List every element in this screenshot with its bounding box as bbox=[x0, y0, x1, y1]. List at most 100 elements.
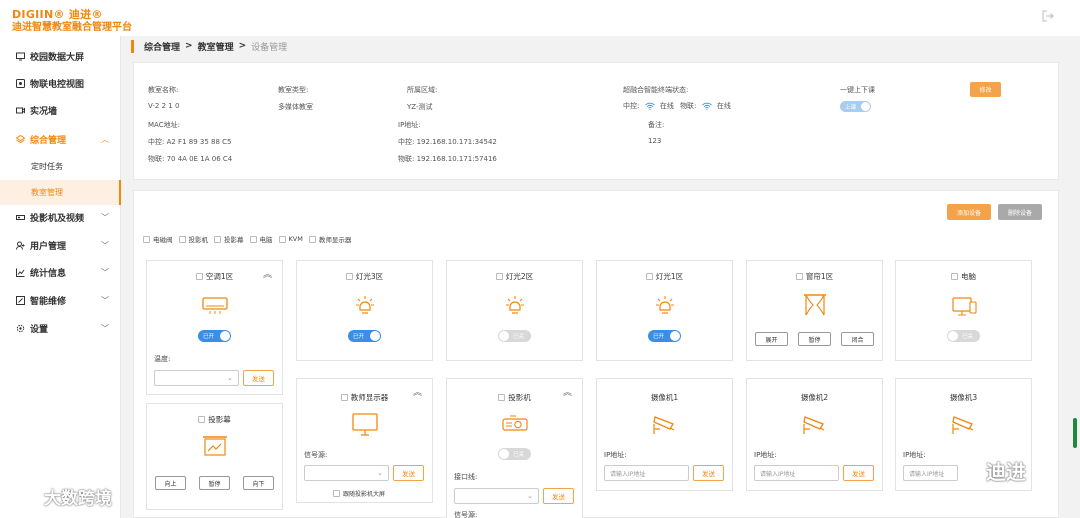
checkbox[interactable] bbox=[308, 235, 316, 243]
area-label: 所属区域: bbox=[407, 86, 438, 94]
add-device-button[interactable]: 添加设备 bbox=[947, 204, 991, 220]
edit-button[interactable]: 修改 bbox=[970, 82, 1001, 97]
breadcrumb-item[interactable]: 教室管理 bbox=[198, 40, 234, 53]
checkbox[interactable] bbox=[333, 490, 340, 497]
checkbox[interactable] bbox=[645, 273, 653, 280]
filter-solenoid[interactable]: 电磁阀 bbox=[143, 234, 173, 244]
card-title: 投影机 bbox=[447, 392, 582, 403]
curtain-close-button[interactable]: 闭合 bbox=[841, 332, 874, 346]
follow-projector-checkbox[interactable]: 跟随投影机大屏 bbox=[333, 489, 385, 498]
breadcrumb: 综合管理 > 教室管理 > 设备管理 bbox=[131, 36, 1080, 56]
sidebar-item-settings[interactable]: 设置 ﹀ bbox=[0, 315, 121, 342]
sidebar-item-dashboard[interactable]: 校园数据大屏 bbox=[0, 43, 121, 70]
sidebar-item-projector-video[interactable]: 投影机及视频 ﹀ bbox=[0, 204, 121, 231]
one-key-class-toggle[interactable]: 上课 bbox=[840, 101, 871, 112]
checkbox[interactable] bbox=[214, 235, 221, 243]
watermark-logo-icon bbox=[11, 487, 40, 506]
breadcrumb-current: 设备管理 bbox=[251, 42, 288, 53]
sidebar-item-smart-repair[interactable]: 智能维修 ﹀ bbox=[0, 287, 121, 314]
mac-label: MAC地址: bbox=[148, 121, 180, 129]
checkbox[interactable] bbox=[278, 235, 286, 243]
breadcrumb-accent-bar bbox=[131, 39, 134, 53]
toggle-state: 上课 bbox=[845, 104, 857, 111]
monitor-send-button[interactable]: 发送 bbox=[393, 465, 424, 481]
camera-1-ip-input[interactable]: 请输入IP地址 bbox=[604, 465, 689, 481]
filter-projector[interactable]: 投影机 bbox=[178, 234, 209, 244]
filter-teacher-monitor[interactable]: 教师显示器 bbox=[308, 234, 351, 244]
checkbox[interactable] bbox=[340, 394, 348, 401]
card-title: 灯光3区 bbox=[297, 271, 432, 282]
filter-projection-screen[interactable]: 投影幕 bbox=[214, 234, 244, 244]
camera-2-send-button[interactable]: 发送 bbox=[843, 465, 874, 481]
checkbox[interactable] bbox=[345, 273, 353, 280]
sidebar-subitem-classroom-mgmt[interactable]: 教室管理 bbox=[0, 180, 121, 205]
checkbox[interactable] bbox=[495, 273, 503, 280]
chevron-down-icon: ⌄ bbox=[377, 469, 383, 477]
sidebar-subitem-scheduled-tasks[interactable]: 定时任务 bbox=[0, 154, 121, 179]
mac-central: 中控: A2 F1 89 35 88 C5 bbox=[148, 138, 232, 146]
projector-send-button[interactable]: 发送 bbox=[543, 488, 574, 504]
collapse-icon[interactable]: ︽ bbox=[563, 385, 572, 398]
watermark-text: 大数跨境 bbox=[44, 489, 112, 509]
checkbox[interactable] bbox=[498, 394, 506, 401]
camera-1-send-button[interactable]: 发送 bbox=[693, 465, 724, 481]
toggle-knob bbox=[499, 449, 509, 459]
device-type-filters: 电磁阀 投影机 投影幕 电脑 KVM 教师显示器 bbox=[143, 234, 357, 244]
delete-device-button[interactable]: 删除设备 bbox=[998, 204, 1042, 220]
light-3-toggle[interactable]: 已开 bbox=[348, 330, 381, 342]
device-card-camera-2: 摄像机2 IP地址: 请输入IP地址 发送 bbox=[746, 378, 883, 491]
sidebar-subitem-label: 定时任务 bbox=[31, 162, 63, 171]
port-line-select[interactable]: ⌄ bbox=[454, 488, 539, 504]
checkbox[interactable] bbox=[198, 416, 206, 423]
checkbox[interactable] bbox=[143, 235, 150, 243]
checkbox[interactable] bbox=[951, 273, 958, 280]
sidebar-item-live-wall[interactable]: 实况墙 bbox=[0, 97, 121, 124]
room-name-value: V-2 2 1 0 bbox=[148, 102, 180, 110]
tools-icon bbox=[15, 295, 26, 306]
projector-toggle[interactable]: 已关 bbox=[498, 448, 531, 460]
classroom-info-panel: 教室名称: V-2 2 1 0 教室类型: 多媒体教室 所属区域: YZ-测试 … bbox=[133, 62, 1059, 180]
collapse-icon[interactable]: ︽ bbox=[413, 385, 422, 398]
screen-pause-button[interactable]: 暂停 bbox=[199, 476, 230, 490]
layers-icon bbox=[15, 134, 26, 145]
chevron-down-icon: ﹀ bbox=[101, 268, 109, 277]
camera-3-ip-input[interactable]: 请输入IP地址 bbox=[903, 465, 958, 481]
card-title: 窗帘1区 bbox=[747, 271, 882, 282]
toggle-state: 已关 bbox=[962, 334, 974, 340]
logout-icon[interactable] bbox=[1042, 10, 1054, 22]
collapse-icon[interactable]: ︽ bbox=[263, 267, 272, 280]
camera-2-ip-input[interactable]: 请输入IP地址 bbox=[754, 465, 839, 481]
curtain-icon bbox=[803, 294, 826, 316]
temperature-select[interactable]: ⌄ bbox=[154, 370, 239, 386]
light-2-toggle[interactable]: 已关 bbox=[498, 330, 531, 342]
chevron-down-icon: ﹀ bbox=[101, 296, 109, 305]
checkbox[interactable] bbox=[795, 273, 803, 280]
checkbox[interactable] bbox=[249, 235, 257, 243]
screen-up-button[interactable]: 向上 bbox=[155, 476, 186, 490]
curtain-open-button[interactable]: 展开 bbox=[755, 332, 788, 346]
card-title-text: 教师显示器 bbox=[350, 393, 389, 402]
checkbox[interactable] bbox=[178, 235, 186, 243]
filter-label: 投影机 bbox=[188, 236, 209, 244]
sidebar-item-user-mgmt[interactable]: 用户管理 ﹀ bbox=[0, 232, 121, 259]
checkbox[interactable] bbox=[195, 273, 203, 280]
toggle-knob bbox=[670, 331, 680, 341]
light-1-toggle[interactable]: 已开 bbox=[648, 330, 681, 342]
sidebar-item-general-mgmt[interactable]: 综合管理 ︿ bbox=[0, 126, 121, 153]
device-card-projector: 投影机 ︽ 已关 接口线: ⌄ 发送 信号源: bbox=[446, 378, 583, 518]
ac-send-button[interactable]: 发送 bbox=[243, 370, 274, 386]
ac-power-toggle[interactable]: 已开 bbox=[198, 330, 231, 342]
sidebar-item-iot-view[interactable]: 物联电控视图 bbox=[0, 70, 121, 97]
signal-source-select[interactable]: ⌄ bbox=[304, 465, 389, 481]
app-title: 迪进智慧教室融合管理平台 bbox=[12, 22, 132, 33]
scrollbar-thumb[interactable] bbox=[1073, 418, 1077, 448]
temperature-label: 温度: bbox=[154, 355, 171, 363]
screen-down-button[interactable]: 向下 bbox=[243, 476, 274, 490]
computer-toggle[interactable]: 已关 bbox=[947, 330, 980, 342]
filter-kvm[interactable]: KVM bbox=[278, 235, 303, 243]
area-value: YZ-测试 bbox=[407, 103, 433, 111]
sidebar-item-statistics[interactable]: 统计信息 ﹀ bbox=[0, 259, 121, 286]
filter-computer[interactable]: 电脑 bbox=[249, 234, 273, 244]
curtain-pause-button[interactable]: 暂停 bbox=[798, 332, 831, 346]
breadcrumb-item[interactable]: 综合管理 bbox=[144, 40, 180, 53]
